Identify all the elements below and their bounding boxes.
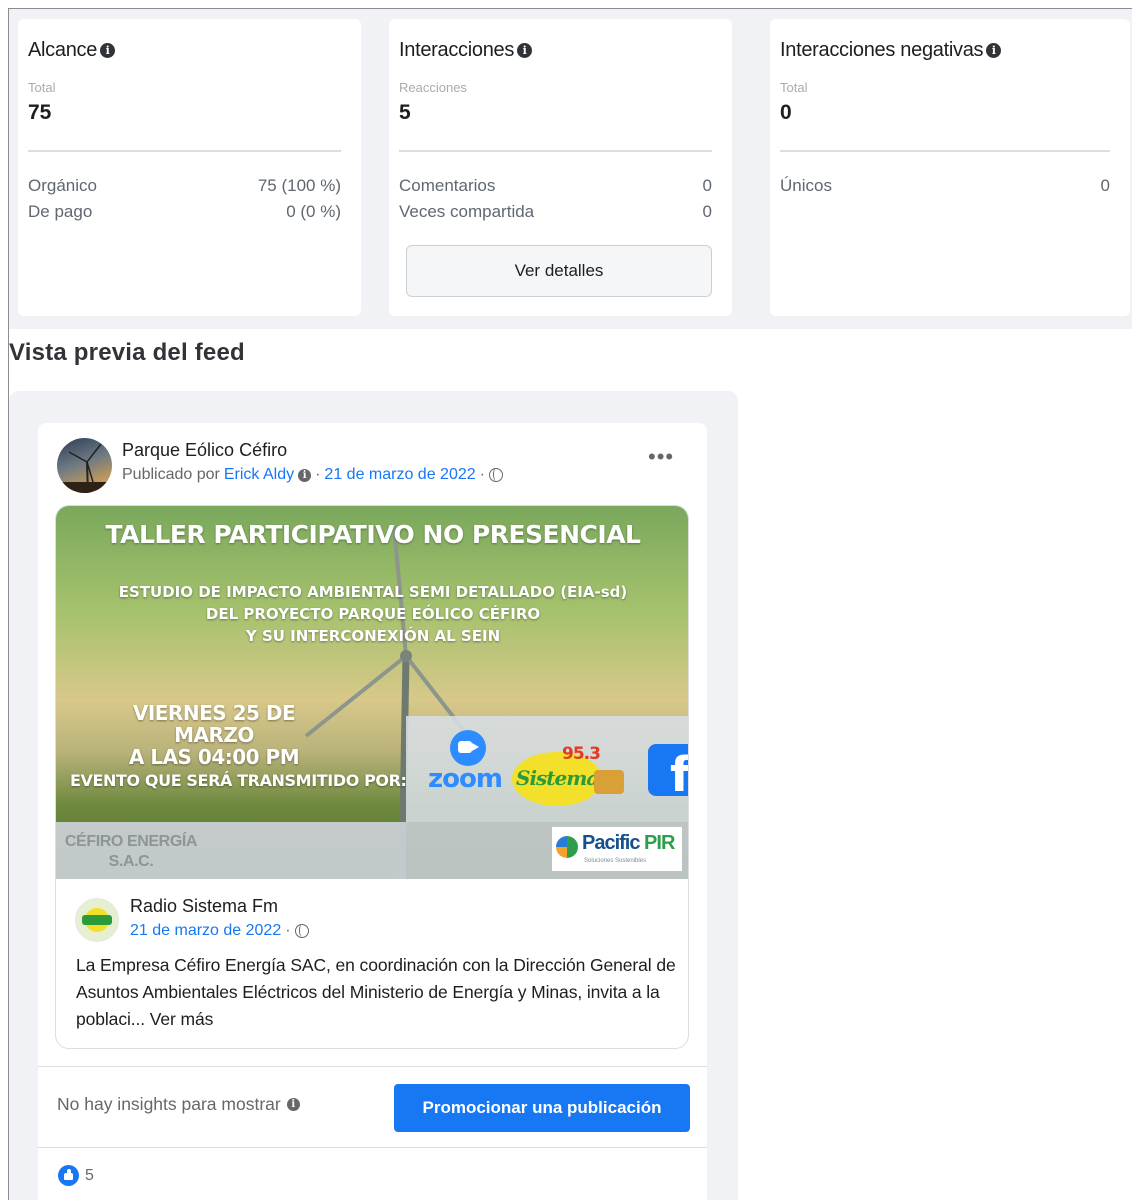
divider [399, 150, 712, 152]
more-icon[interactable]: ••• [648, 446, 674, 468]
comments-row: Comentarios 0 [399, 176, 712, 200]
info-icon[interactable]: i [286, 1098, 300, 1111]
globe-icon [294, 924, 309, 938]
company-line: S.A.C. [108, 853, 154, 870]
source-avatar[interactable] [75, 898, 119, 942]
negative-total: 0 [780, 101, 792, 124]
negative-sub-label: Total [780, 80, 808, 95]
view-details-button[interactable]: Ver detalles [406, 245, 712, 297]
banner-subtitle-line: Y SU INTERCONEXIÓN AL SEIN [245, 627, 501, 645]
divider [28, 150, 341, 152]
divider [38, 1147, 707, 1148]
pacific-tagline: Soluciones Sostenibles [584, 858, 647, 864]
organic-value: 75 (100 %) [257, 176, 341, 195]
banner-event-line: EVENTO QUE SERÁ TRANSMITIDO POR: [70, 771, 407, 790]
reach-title-text: Alcance [28, 39, 98, 61]
facebook-icon: f [648, 744, 688, 803]
divider [780, 150, 1110, 152]
reach-sub-label: Total [28, 80, 56, 95]
banner-title: TALLER PARTICIPATIVO NO PRESENCIAL [105, 520, 641, 549]
source-name[interactable]: Radio Sistema Fm [130, 896, 278, 917]
info-icon[interactable]: i [298, 468, 312, 482]
reactions-summary[interactable]: 5 [58, 1165, 94, 1186]
pacific-name: Pacific [582, 832, 640, 854]
radio-icon [594, 770, 624, 794]
published-by-prefix: Publicado por [122, 466, 220, 483]
shares-row: Veces compartida 0 [399, 202, 712, 226]
company-name: CÉFIRO ENERGÍA S.A.C. [56, 832, 206, 872]
info-icon[interactable]: i [517, 43, 533, 58]
page-name[interactable]: Parque Eólico Céfiro [122, 440, 287, 461]
banner-footer: CÉFIRO ENERGÍA S.A.C. Pacific PIR Soluci… [56, 822, 688, 879]
radio-sistema-logo: Sistema 95.3 [510, 744, 634, 806]
info-icon[interactable]: i [100, 43, 116, 58]
reach-total: 75 [28, 101, 52, 124]
event-banner-image[interactable]: TALLER PARTICIPATIVO NO PRESENCIAL ESTUD… [56, 506, 688, 879]
comments-label: Comentarios [399, 176, 496, 195]
section-title: Vista previa del feed [9, 339, 245, 366]
no-insights-message: No hay insights para mostrar i [57, 1094, 300, 1115]
banner-date-line: VIERNES 25 DE MARZO [132, 701, 296, 747]
pacific-suffix: PIR [644, 832, 675, 854]
shared-attachment[interactable]: TALLER PARTICIPATIVO NO PRESENCIAL ESTUD… [55, 505, 689, 1049]
paid-label: De pago [28, 202, 93, 221]
post-meta: Publicado por Erick Aldy i · 21 de marzo… [122, 466, 503, 484]
unique-label: Únicos [780, 176, 832, 195]
reactions-total: 5 [399, 101, 411, 124]
banner-subtitle-line: ESTUDIO DE IMPACTO AMBIENTAL SEMI DETALL… [118, 583, 628, 601]
negative-title-text: Interacciones negativas [780, 39, 984, 61]
paid-value: 0 (0 %) [286, 202, 341, 221]
interactions-card: Interacciones i Reacciones 5 Comentarios… [389, 19, 732, 316]
pacific-logo-text: Pacific PIR [582, 832, 675, 855]
author-link[interactable]: Erick Aldy [224, 466, 294, 484]
source-date-link[interactable]: 21 de marzo de 2022 [130, 922, 281, 940]
shared-post-text: La Empresa Céfiro Energía SAC, en coordi… [76, 955, 676, 1029]
globe-icon [488, 468, 503, 482]
negative-title: Interacciones negativas i [780, 39, 1002, 62]
reach-title: Alcance i [28, 39, 116, 62]
interactions-title-text: Interacciones [399, 39, 515, 61]
facebook-glyph: f [670, 747, 689, 803]
company-line: CÉFIRO ENERGÍA [64, 833, 198, 850]
broadcast-logos-panel: zoom Sistema 95.3 f [406, 716, 688, 822]
comments-value: 0 [702, 176, 712, 195]
meta-separator: · [315, 466, 321, 483]
radio-frequency: 95.3 [562, 744, 601, 764]
banner-time-line: A LAS 04:00 PM [128, 745, 300, 769]
pacific-mark-icon [556, 836, 578, 858]
no-insights-text: No hay insights para mostrar [57, 1094, 281, 1114]
shares-label: Veces compartida [399, 202, 535, 221]
banner-subtitle-line: DEL PROYECTO PARQUE EÓLICO CÉFIRO [205, 605, 541, 623]
interactions-title: Interacciones i [399, 39, 533, 62]
source-meta: 21 de marzo de 2022 · [130, 922, 309, 940]
zoom-icon: zoom [428, 730, 508, 800]
banner-date: VIERNES 25 DE MARZO A LAS 04:00 PM [94, 702, 334, 768]
zoom-camera-icon [450, 730, 486, 766]
pacific-pir-logo: Pacific PIR Soluciones Sostenibles [552, 827, 682, 871]
reactions-count: 5 [85, 1166, 94, 1184]
post-date-link[interactable]: 21 de marzo de 2022 [324, 466, 475, 484]
post-card: Parque Eólico Céfiro Publicado por Erick… [38, 423, 707, 1200]
promote-post-button[interactable]: Promocionar una publicación [394, 1084, 690, 1132]
shares-value: 0 [702, 202, 712, 221]
like-icon [58, 1165, 79, 1186]
negative-interactions-card: Interacciones negativas i Total 0 Únicos… [770, 19, 1130, 316]
unique-row: Únicos 0 [780, 176, 1110, 200]
source-separator: · [285, 922, 291, 939]
zoom-label: zoom [428, 764, 503, 794]
page-avatar[interactable] [57, 438, 112, 493]
info-icon[interactable]: i [986, 43, 1002, 58]
meta-separator: · [479, 466, 485, 483]
divider [38, 1066, 707, 1067]
organic-row: Orgánico 75 (100 %) [28, 176, 341, 200]
radio-logo-text: Sistema [516, 766, 599, 790]
paid-row: De pago 0 (0 %) [28, 202, 341, 226]
turbine-avatar-image [57, 443, 112, 493]
reach-card: Alcance i Total 75 Orgánico 75 (100 %) D… [18, 19, 361, 316]
organic-label: Orgánico [28, 176, 97, 195]
interactions-sub-label: Reacciones [399, 80, 467, 95]
unique-value: 0 [1100, 176, 1110, 195]
